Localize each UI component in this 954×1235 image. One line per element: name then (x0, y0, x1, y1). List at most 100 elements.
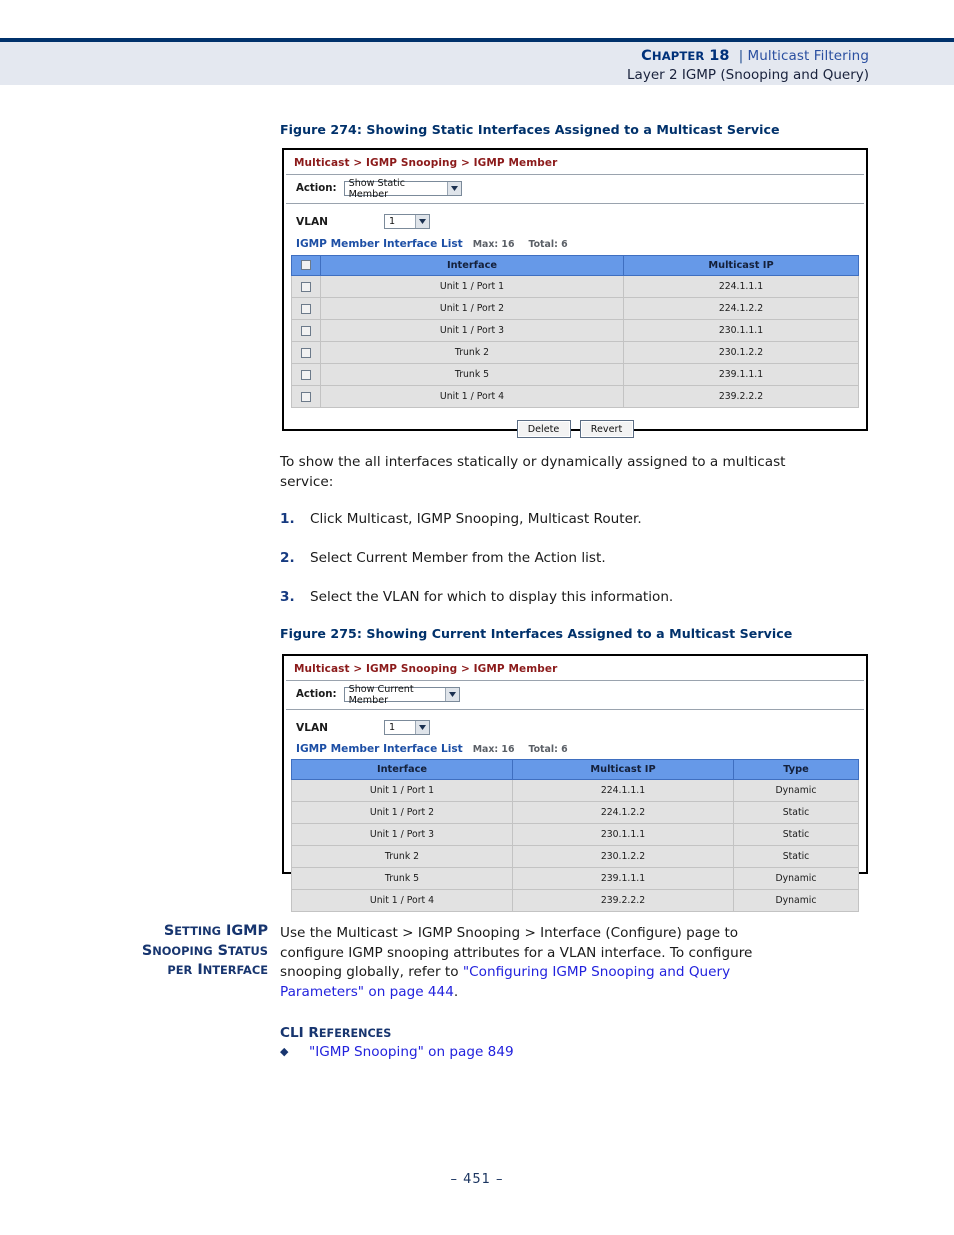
step-number-2: 2. (280, 550, 295, 566)
table-body-274: Unit 1 / Port 1 224.1.1.1 Unit 1 / Port 22… (291, 275, 859, 408)
cell-multicast-ip: 230.1.2.2 (623, 341, 859, 364)
section-body-line-4: Parameters" on page 444. (280, 983, 880, 1003)
cell-interface: Unit 1 / Port 2 (320, 297, 624, 320)
step-number-3: 3. (280, 589, 295, 605)
page-footer: – 451 – (450, 1172, 504, 1187)
action-row-275: Action: Show Current Member (284, 681, 866, 706)
intro-paragraph: To show the all interfaces statically or… (280, 453, 880, 492)
igmp-member-table-275: Interface Multicast IP Type Unit 1 / Por… (291, 759, 859, 912)
row-checkbox-cell[interactable] (291, 363, 321, 386)
row-checkbox-cell[interactable] (291, 385, 321, 408)
header-chapter-line: CHAPTER 18 | Multicast Filtering (641, 48, 869, 64)
section-body-line-1: Use the Multicast > IGMP Snooping > Inte… (280, 925, 739, 941)
vlan-select-value-274: 1 (389, 216, 396, 227)
intro-line-2: service: (280, 473, 334, 490)
section-body-period: . (453, 983, 459, 1000)
table-header-row: Interface Multicast IP (291, 255, 859, 276)
configuring-igmp-link-part2[interactable]: Parameters" on page 444 (280, 984, 454, 1000)
chevron-down-icon (446, 182, 461, 195)
row-checkbox[interactable] (301, 369, 311, 380)
cell-type: Dynamic (733, 779, 859, 802)
list-title-275: IGMP Member Interface List (296, 743, 463, 755)
row-checkbox[interactable] (301, 325, 311, 336)
cell-multicast-ip: 239.1.1.1 (512, 867, 734, 890)
revert-button[interactable]: Revert (579, 420, 634, 438)
delete-button[interactable]: Delete (516, 420, 571, 438)
configuring-igmp-link-part1[interactable]: "Configuring IGMP Snooping and Query (463, 964, 730, 980)
cell-interface: Trunk 2 (320, 341, 624, 364)
row-checkbox-cell[interactable] (291, 275, 321, 298)
row-checkbox-cell[interactable] (291, 319, 321, 342)
action-select-275[interactable]: Show Current Member (343, 684, 460, 706)
cell-interface: Unit 1 / Port 1 (291, 779, 513, 802)
step-text-3: Select the VLAN for which to display thi… (310, 589, 674, 605)
table-row: Unit 1 / Port 3 230.1.1.1 Static (291, 823, 859, 846)
table-row: Trunk 2 230.1.2.2 (291, 341, 859, 364)
step-item-2: 2. Select Current Member from the Action… (280, 550, 880, 570)
diamond-bullet-icon: ◆ (280, 1045, 289, 1058)
header-separator: | (738, 48, 744, 64)
row-checkbox[interactable] (301, 391, 311, 402)
table-row: Unit 1 / Port 2 224.1.2.2 (291, 297, 859, 320)
table-body-275: Unit 1 / Port 1 224.1.1.1 Dynamic Unit 1 / … (291, 779, 859, 912)
cell-multicast-ip: 230.1.1.1 (512, 823, 734, 846)
cell-multicast-ip: 239.1.1.1 (623, 363, 859, 386)
cell-interface: Trunk 5 (320, 363, 624, 386)
cell-interface: Unit 1 / Port 3 (291, 823, 513, 846)
column-header-multicast-ip: Multicast IP (512, 759, 734, 780)
cell-type: Static (733, 845, 859, 868)
action-label-275: Action: (296, 689, 337, 700)
margin-heading-line-3: PER INTERFACE (167, 962, 268, 979)
cell-multicast-ip: 230.1.2.2 (512, 845, 734, 868)
action-select-274[interactable]: Show Static Member (343, 178, 462, 200)
list-total-275: Total: 6 (528, 744, 568, 755)
section-body-line-3: snooping globally, refer to "Configuring… (280, 963, 880, 983)
table-row: Trunk 2 230.1.2.2 Static (291, 845, 859, 868)
select-all-checkbox[interactable] (301, 260, 311, 270)
cell-interface: Unit 1 / Port 3 (320, 319, 624, 342)
cell-type: Static (733, 801, 859, 824)
cli-references-heading: CLI REFERENCES (280, 1025, 392, 1041)
table-header-row: Interface Multicast IP Type (291, 759, 859, 780)
section-body-line-3-pre: snooping globally, refer to (280, 964, 463, 980)
action-select-value-275: Show Current Member (348, 683, 414, 706)
margin-heading-line-2: SNOOPING STATUS (141, 942, 268, 959)
row-checkbox-cell[interactable] (291, 297, 321, 320)
list-max-274: Max: 16 (472, 239, 515, 250)
cell-interface: Unit 1 / Port 4 (291, 889, 513, 912)
chevron-down-icon (444, 688, 459, 701)
chevron-down-icon (415, 215, 429, 228)
row-checkbox[interactable] (301, 281, 311, 292)
vlan-label-274: VLAN (296, 215, 329, 228)
cell-type: Dynamic (733, 889, 859, 912)
table-row: Unit 1 / Port 4 239.2.2.2 Dynamic (291, 889, 859, 912)
vlan-label-275: VLAN (296, 721, 329, 734)
margin-heading-line-1: SETTING IGMP (163, 923, 268, 939)
breadcrumb-274: Multicast > IGMP Snooping > IGMP Member (294, 157, 558, 169)
figure-274-button-row: Delete Revert (284, 408, 866, 438)
vlan-select-275[interactable]: 1 (384, 720, 430, 735)
cell-multicast-ip: 224.1.1.1 (512, 779, 734, 802)
action-select-value-274: Show Static Member (348, 177, 405, 200)
row-checkbox[interactable] (301, 303, 311, 314)
section-margin-heading: SETTING IGMP SNOOPING STATUS PER INTERFA… (40, 922, 268, 981)
select-all-header[interactable] (291, 255, 321, 276)
list-title-274: IGMP Member Interface List (296, 238, 463, 250)
list-max-275: Max: 16 (472, 744, 515, 755)
header-topic: Multicast Filtering (747, 48, 869, 64)
cell-interface: Trunk 2 (291, 845, 513, 868)
intro-line-1: To show the all interfaces statically or… (280, 454, 786, 470)
breadcrumb-275: Multicast > IGMP Snooping > IGMP Member (294, 663, 558, 675)
cell-interface: Unit 1 / Port 4 (320, 385, 624, 408)
step-item-1: 1. Click Multicast, IGMP Snooping, Multi… (280, 511, 880, 531)
step-text-1: Click Multicast, IGMP Snooping, Multicas… (310, 511, 642, 527)
table-row: Unit 1 / Port 2 224.1.2.2 Static (291, 801, 859, 824)
row-checkbox[interactable] (301, 347, 311, 358)
igmp-snooping-link[interactable]: "IGMP Snooping" on page 849 (309, 1044, 514, 1060)
vlan-select-274[interactable]: 1 (384, 214, 430, 229)
step-number-1: 1. (280, 511, 295, 527)
row-checkbox-cell[interactable] (291, 341, 321, 364)
vlan-row-274: VLAN 1 (284, 204, 866, 229)
list-header-274: IGMP Member Interface List Max: 16 Total… (284, 229, 866, 250)
list-total-274: Total: 6 (528, 239, 568, 250)
